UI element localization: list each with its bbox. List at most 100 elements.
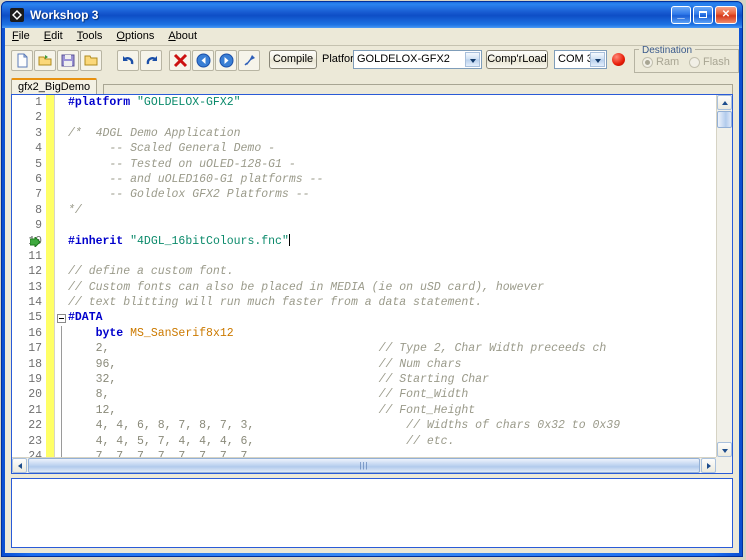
code-line[interactable]: // define a custom font. xyxy=(68,264,716,279)
redo-icon[interactable] xyxy=(140,50,162,71)
fold-collapse-box[interactable] xyxy=(57,313,66,323)
code-token: // text blitting will run much faster fr… xyxy=(68,296,483,310)
editor-vertical-scrollbar[interactable] xyxy=(716,95,732,457)
line-number: 12 xyxy=(28,265,42,279)
open-folder-icon[interactable] xyxy=(80,50,102,71)
back-icon[interactable] xyxy=(192,50,214,71)
fold-guide-line xyxy=(61,326,62,342)
pin-icon[interactable] xyxy=(238,50,260,71)
scroll-right-button[interactable] xyxy=(701,458,716,473)
code-line[interactable]: 32, // Starting Char xyxy=(68,372,716,387)
menu-item-file[interactable]: File xyxy=(5,28,37,44)
fold-guide-line xyxy=(61,372,62,388)
code-line[interactable]: #platform "GOLDELOX-GFX2" xyxy=(68,95,716,110)
line-number: 19 xyxy=(28,373,42,387)
code-token: #DATA xyxy=(68,311,103,325)
line-number: 24 xyxy=(28,449,42,457)
code-token: // Font_Height xyxy=(378,403,476,417)
editor-horizontal-scrollbar[interactable]: ||| xyxy=(12,457,716,473)
comp-load-button[interactable]: Comp'rLoad xyxy=(486,50,548,69)
menu-item-about[interactable]: About xyxy=(161,28,204,44)
code-line[interactable]: 2, // Type 2, Char Width preceeds ch xyxy=(68,341,716,356)
code-line[interactable]: */ xyxy=(68,203,716,218)
line-number: 5 xyxy=(35,157,42,171)
fold-guide-line xyxy=(61,387,62,403)
delete-icon[interactable] xyxy=(169,50,191,71)
line-number: 13 xyxy=(28,280,42,294)
open-file-icon[interactable] xyxy=(34,50,56,71)
menu-item-tools[interactable]: Tools xyxy=(70,28,110,44)
line-number: 15 xyxy=(28,311,42,325)
chevron-down-icon[interactable] xyxy=(465,52,480,67)
code-line[interactable]: 12, // Font_Height xyxy=(68,403,716,418)
code-token: 96, xyxy=(68,357,117,371)
code-editor[interactable]: 123456789101112131415161718192021222324 … xyxy=(11,94,733,474)
code-line[interactable] xyxy=(68,110,716,125)
code-line[interactable]: byte MS_SanSerif8x12 xyxy=(68,326,716,341)
code-token: #platform xyxy=(68,96,138,109)
code-line[interactable]: 8, // Font_Width xyxy=(68,387,716,402)
output-panel[interactable] xyxy=(11,478,733,548)
code-line[interactable] xyxy=(68,249,716,264)
code-token: 8, xyxy=(68,388,110,402)
minimize-button[interactable]: _ xyxy=(671,6,691,24)
line-number: 11 xyxy=(28,249,42,263)
code-token: // Font_Width xyxy=(378,388,469,402)
com-port-select[interactable]: COM 3 xyxy=(554,50,607,69)
code-token: // define a custom font. xyxy=(68,265,234,279)
undo-icon[interactable] xyxy=(117,50,139,71)
platform-select[interactable]: GOLDELOX-GFX2 xyxy=(353,50,482,69)
vertical-scroll-thumb[interactable] xyxy=(717,111,732,128)
code-text-area[interactable]: #platform "GOLDELOX-GFX2" /* 4DGL Demo A… xyxy=(68,95,716,457)
code-line[interactable]: #inherit "4DGL_16bitColours.fnc" xyxy=(68,233,716,249)
radio-ram[interactable]: Ram xyxy=(642,56,679,69)
radio-flash[interactable]: Flash xyxy=(689,56,730,69)
code-editor-viewport[interactable]: 123456789101112131415161718192021222324 … xyxy=(12,95,716,457)
bookmark-icon[interactable] xyxy=(29,235,41,248)
code-line[interactable]: -- Scaled General Demo - xyxy=(68,141,716,156)
line-number: 20 xyxy=(28,388,42,402)
line-number: 3 xyxy=(35,126,42,140)
horizontal-scroll-thumb[interactable]: ||| xyxy=(28,458,700,473)
menu-bar: File Edit Tools Options About xyxy=(5,28,739,46)
line-number: 7 xyxy=(35,188,42,202)
forward-icon[interactable] xyxy=(215,50,237,71)
fold-gutter[interactable] xyxy=(55,95,68,457)
code-line[interactable]: /* 4DGL Demo Application xyxy=(68,126,716,141)
code-line[interactable]: 4, 4, 5, 7, 4, 4, 4, 6, // etc. xyxy=(68,434,716,449)
fold-guide-line xyxy=(61,356,62,373)
code-line[interactable]: 96, // Num chars xyxy=(68,357,716,372)
maximize-button[interactable] xyxy=(693,6,713,24)
save-file-icon[interactable] xyxy=(57,50,79,71)
chevron-down-icon[interactable] xyxy=(590,52,605,67)
scroll-left-button[interactable] xyxy=(12,458,27,473)
code-token: "4DGL_16bitColours.fnc" xyxy=(130,234,289,248)
menu-item-edit[interactable]: Edit xyxy=(37,28,70,44)
code-token: 7, 7, 7, 7, 7, 7, 7, 7, xyxy=(68,449,255,457)
line-number: 4 xyxy=(35,142,42,156)
compile-button[interactable]: Compile xyxy=(269,50,317,69)
new-file-icon[interactable] xyxy=(11,50,33,71)
line-number: 23 xyxy=(28,434,42,448)
close-button[interactable]: ✕ xyxy=(715,6,737,24)
code-line[interactable] xyxy=(68,218,716,233)
window-title: Workshop 3 xyxy=(30,8,99,22)
code-line[interactable]: 7, 7, 7, 7, 7, 7, 7, 7, xyxy=(68,449,716,457)
code-line[interactable]: -- Tested on uOLED-128-G1 - xyxy=(68,157,716,172)
code-line[interactable]: // text blitting will run much faster fr… xyxy=(68,295,716,310)
code-line[interactable]: 4, 4, 6, 8, 7, 8, 7, 3, // Widths of cha… xyxy=(68,418,716,433)
code-token: // Widths of chars 0x32 to 0x39 xyxy=(406,419,621,433)
scroll-down-button[interactable] xyxy=(717,442,732,457)
code-line[interactable]: #DATA xyxy=(68,310,716,325)
code-line[interactable]: -- and uOLED160-G1 platforms -- xyxy=(68,172,716,187)
bookmark-gutter[interactable] xyxy=(29,95,55,457)
scroll-up-button[interactable] xyxy=(717,95,732,110)
code-line[interactable]: // Custom fonts can also be placed in ME… xyxy=(68,280,716,295)
code-token: -- Scaled General Demo - xyxy=(68,142,276,156)
code-token: // Starting Char xyxy=(378,373,489,387)
code-line[interactable]: -- Goldelox GFX2 Platforms -- xyxy=(68,187,716,202)
text-caret xyxy=(288,233,290,246)
tab-gfx2-bigdemo[interactable]: gfx2_BigDemo xyxy=(11,78,98,95)
menu-item-options[interactable]: Options xyxy=(109,28,161,44)
